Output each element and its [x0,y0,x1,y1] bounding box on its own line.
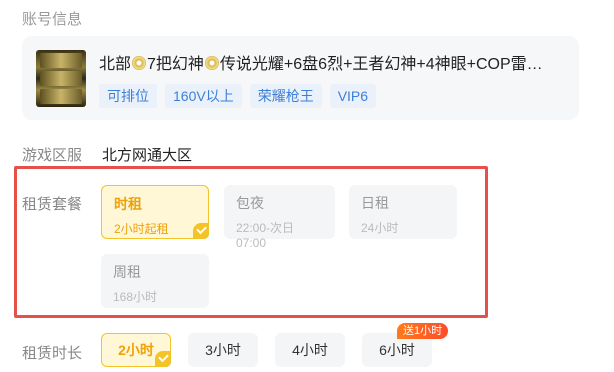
server-value: 北方网通大区 [102,147,193,164]
package-option-overnight[interactable]: 包夜 22:00-次日07:00 [224,185,335,250]
account-card[interactable]: 北部 7把幻神 传说光耀+6盘6烈+王者幻神+4神眼+COP雷… 可排位 160V以… [22,36,579,120]
duration-option-2h[interactable]: 2小时 [101,333,171,367]
account-title: 北部 7把幻神 传说光耀+6盘6烈+王者幻神+4神眼+COP雷… [99,56,543,73]
account-tags: 可排位 160V以上 荣耀枪王 VIP6 [99,84,377,108]
tag-vip-level: 160V以上 [165,84,242,108]
tag-rank-title: 荣耀枪王 [249,84,322,108]
package-option-daily[interactable]: 日租 24小时 [349,185,457,239]
tag-vip: VIP6 [329,84,377,108]
package-option-hourly[interactable]: 时租 2小时起租 [101,185,209,239]
disc-icon [204,56,219,70]
check-corner-icon [193,223,209,239]
check-corner-icon [155,351,171,367]
tag-ranked: 可排位 [99,84,157,108]
account-thumbnail [36,50,86,107]
duration-option-3h[interactable]: 3小时 [188,333,258,367]
promo-badge: 送1小时 [397,323,449,339]
package-label: 租赁套餐 [22,196,83,213]
package-option-weekly[interactable]: 周租 168小时 [101,254,209,308]
server-label: 游戏区服 [22,147,83,164]
duration-label: 租赁时长 [22,345,83,362]
disc-icon [132,56,147,70]
duration-option-4h[interactable]: 4小时 [275,333,345,367]
section-title-account-info: 账号信息 [22,11,83,28]
